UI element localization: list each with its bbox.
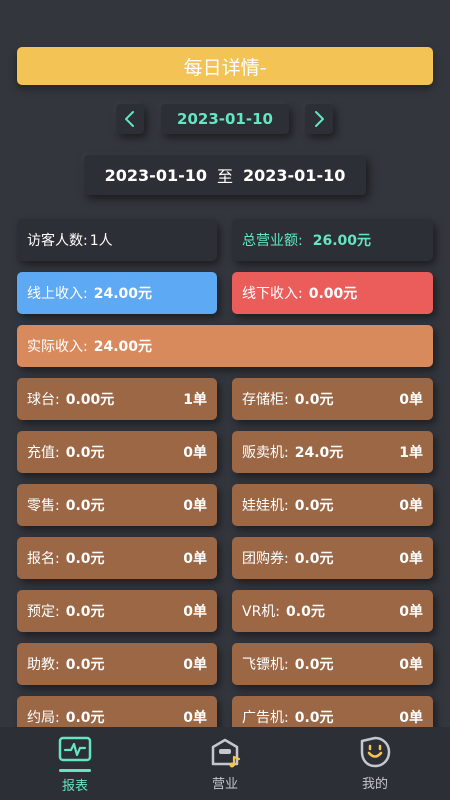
item-card: 存储柜: 0.0元 0单 xyxy=(232,378,433,420)
item-value: 0.0元 xyxy=(294,551,334,567)
item-label: 约局: xyxy=(27,710,60,726)
revenue-label: 总营业额: xyxy=(242,233,303,249)
item-value: 0.0元 xyxy=(65,710,105,726)
tab-report[interactable]: 报表 xyxy=(25,733,125,794)
range-start: 2023-01-10 xyxy=(104,165,207,185)
item-count: 0单 xyxy=(399,551,423,567)
offline-label: 线下收入: xyxy=(242,286,303,302)
tab-business[interactable]: 营业 xyxy=(175,735,275,792)
prev-day-button[interactable] xyxy=(116,104,144,134)
actual-label: 实际收入: xyxy=(27,339,88,355)
revenue-card: 总营业额: 26.00元 xyxy=(232,219,433,261)
online-income-card: 线上收入: 24.00元 xyxy=(17,272,217,314)
item-label: 预定: xyxy=(27,604,60,620)
item-count: 0单 xyxy=(399,498,423,514)
item-count: 0单 xyxy=(183,657,207,673)
item-label: 零售: xyxy=(27,498,60,514)
item-value: 0.0元 xyxy=(65,604,105,620)
online-value: 24.00元 xyxy=(93,286,153,302)
date-range-picker[interactable]: 2023-01-10 至 2023-01-10 xyxy=(84,155,366,195)
item-value: 0.0元 xyxy=(294,657,334,673)
item-count: 0单 xyxy=(399,392,423,408)
item-label: 球台: xyxy=(27,392,60,408)
page-title: 每日详情- xyxy=(17,47,433,85)
item-card: 娃娃机: 0.0元 0单 xyxy=(232,484,433,526)
item-label: 团购券: xyxy=(242,551,289,567)
item-label: 报名: xyxy=(27,551,60,567)
item-value: 0.00元 xyxy=(65,392,115,408)
item-label: 存储柜: xyxy=(242,392,289,408)
item-card: 飞镖机: 0.0元 0单 xyxy=(232,643,433,685)
item-label: 充值: xyxy=(27,445,60,461)
item-value: 0.0元 xyxy=(294,392,334,408)
item-value: 0.0元 xyxy=(286,604,325,620)
online-label: 线上收入: xyxy=(27,286,88,302)
item-label: 助教: xyxy=(27,657,60,673)
report-content[interactable]: 每日详情- 2023-01-10 2023-01-10 至 2023-01-10… xyxy=(0,0,450,727)
item-label: 飞镖机: xyxy=(242,657,289,673)
item-value: 0.0元 xyxy=(294,710,334,726)
tab-label: 营业 xyxy=(211,777,238,792)
profile-icon xyxy=(360,736,391,768)
item-count: 0单 xyxy=(183,604,207,620)
item-card: 零售: 0.0元 0单 xyxy=(17,484,217,526)
item-value: 24.0元 xyxy=(294,445,344,461)
item-card: 广告机: 0.0元 0单 xyxy=(232,696,433,727)
item-value: 0.0元 xyxy=(65,551,105,567)
actual-income-card: 实际收入: 24.00元 xyxy=(17,325,433,367)
current-date[interactable]: 2023-01-10 xyxy=(161,104,289,134)
item-label: 广告机: xyxy=(242,710,289,726)
item-card: 充值: 0.0元 0单 xyxy=(17,431,217,473)
range-end: 2023-01-10 xyxy=(243,165,346,185)
item-count: 1单 xyxy=(183,392,207,408)
item-count: 0单 xyxy=(183,710,207,726)
report-icon xyxy=(58,736,92,762)
item-card: 预定: 0.0元 0单 xyxy=(17,590,217,632)
actual-value: 24.00元 xyxy=(93,339,153,355)
page-title-text: 每日详情- xyxy=(183,56,267,79)
active-tab-indicator xyxy=(59,769,91,772)
offline-income-card: 线下收入: 0.00元 xyxy=(232,272,433,314)
visitors-label: 访客人数: xyxy=(27,233,88,249)
item-value: 0.0元 xyxy=(65,498,105,514)
item-card: 球台: 0.00元 1单 xyxy=(17,378,217,420)
item-value: 0.0元 xyxy=(294,498,334,514)
item-label: 贩卖机: xyxy=(242,445,289,461)
item-card: 约局: 0.0元 0单 xyxy=(17,696,217,727)
item-label: 娃娃机: xyxy=(242,498,289,514)
item-count: 0单 xyxy=(183,498,207,514)
item-card: 团购券: 0.0元 0单 xyxy=(232,537,433,579)
item-count: 0单 xyxy=(399,710,423,726)
item-count: 1单 xyxy=(399,445,423,461)
item-value: 0.0元 xyxy=(65,445,105,461)
business-icon xyxy=(211,738,241,768)
visitors-value: 1人 xyxy=(89,233,113,249)
item-count: 0单 xyxy=(183,445,207,461)
offline-value: 0.00元 xyxy=(308,286,358,302)
tab-label: 报表 xyxy=(61,779,88,794)
item-count: 0单 xyxy=(183,551,207,567)
item-card: 助教: 0.0元 0单 xyxy=(17,643,217,685)
item-value: 0.0元 xyxy=(65,657,105,673)
item-card: VR机: 0.0元 0单 xyxy=(232,590,433,632)
tab-profile[interactable]: 我的 xyxy=(325,735,425,792)
next-day-button[interactable] xyxy=(305,104,333,134)
bottom-tab-bar: 报表 营业 我的 xyxy=(0,727,450,800)
item-card: 报名: 0.0元 0单 xyxy=(17,537,217,579)
item-label: VR机: xyxy=(242,604,281,620)
item-card: 贩卖机: 24.0元 1单 xyxy=(232,431,433,473)
chevron-right-icon xyxy=(315,111,324,127)
tab-label: 我的 xyxy=(361,777,388,792)
chevron-left-icon xyxy=(125,111,134,127)
item-count: 0单 xyxy=(399,657,423,673)
range-separator: 至 xyxy=(216,167,233,186)
item-count: 0单 xyxy=(399,604,423,620)
revenue-value: 26.00元 xyxy=(312,233,372,249)
visitors-card: 访客人数: 1人 xyxy=(17,219,217,261)
